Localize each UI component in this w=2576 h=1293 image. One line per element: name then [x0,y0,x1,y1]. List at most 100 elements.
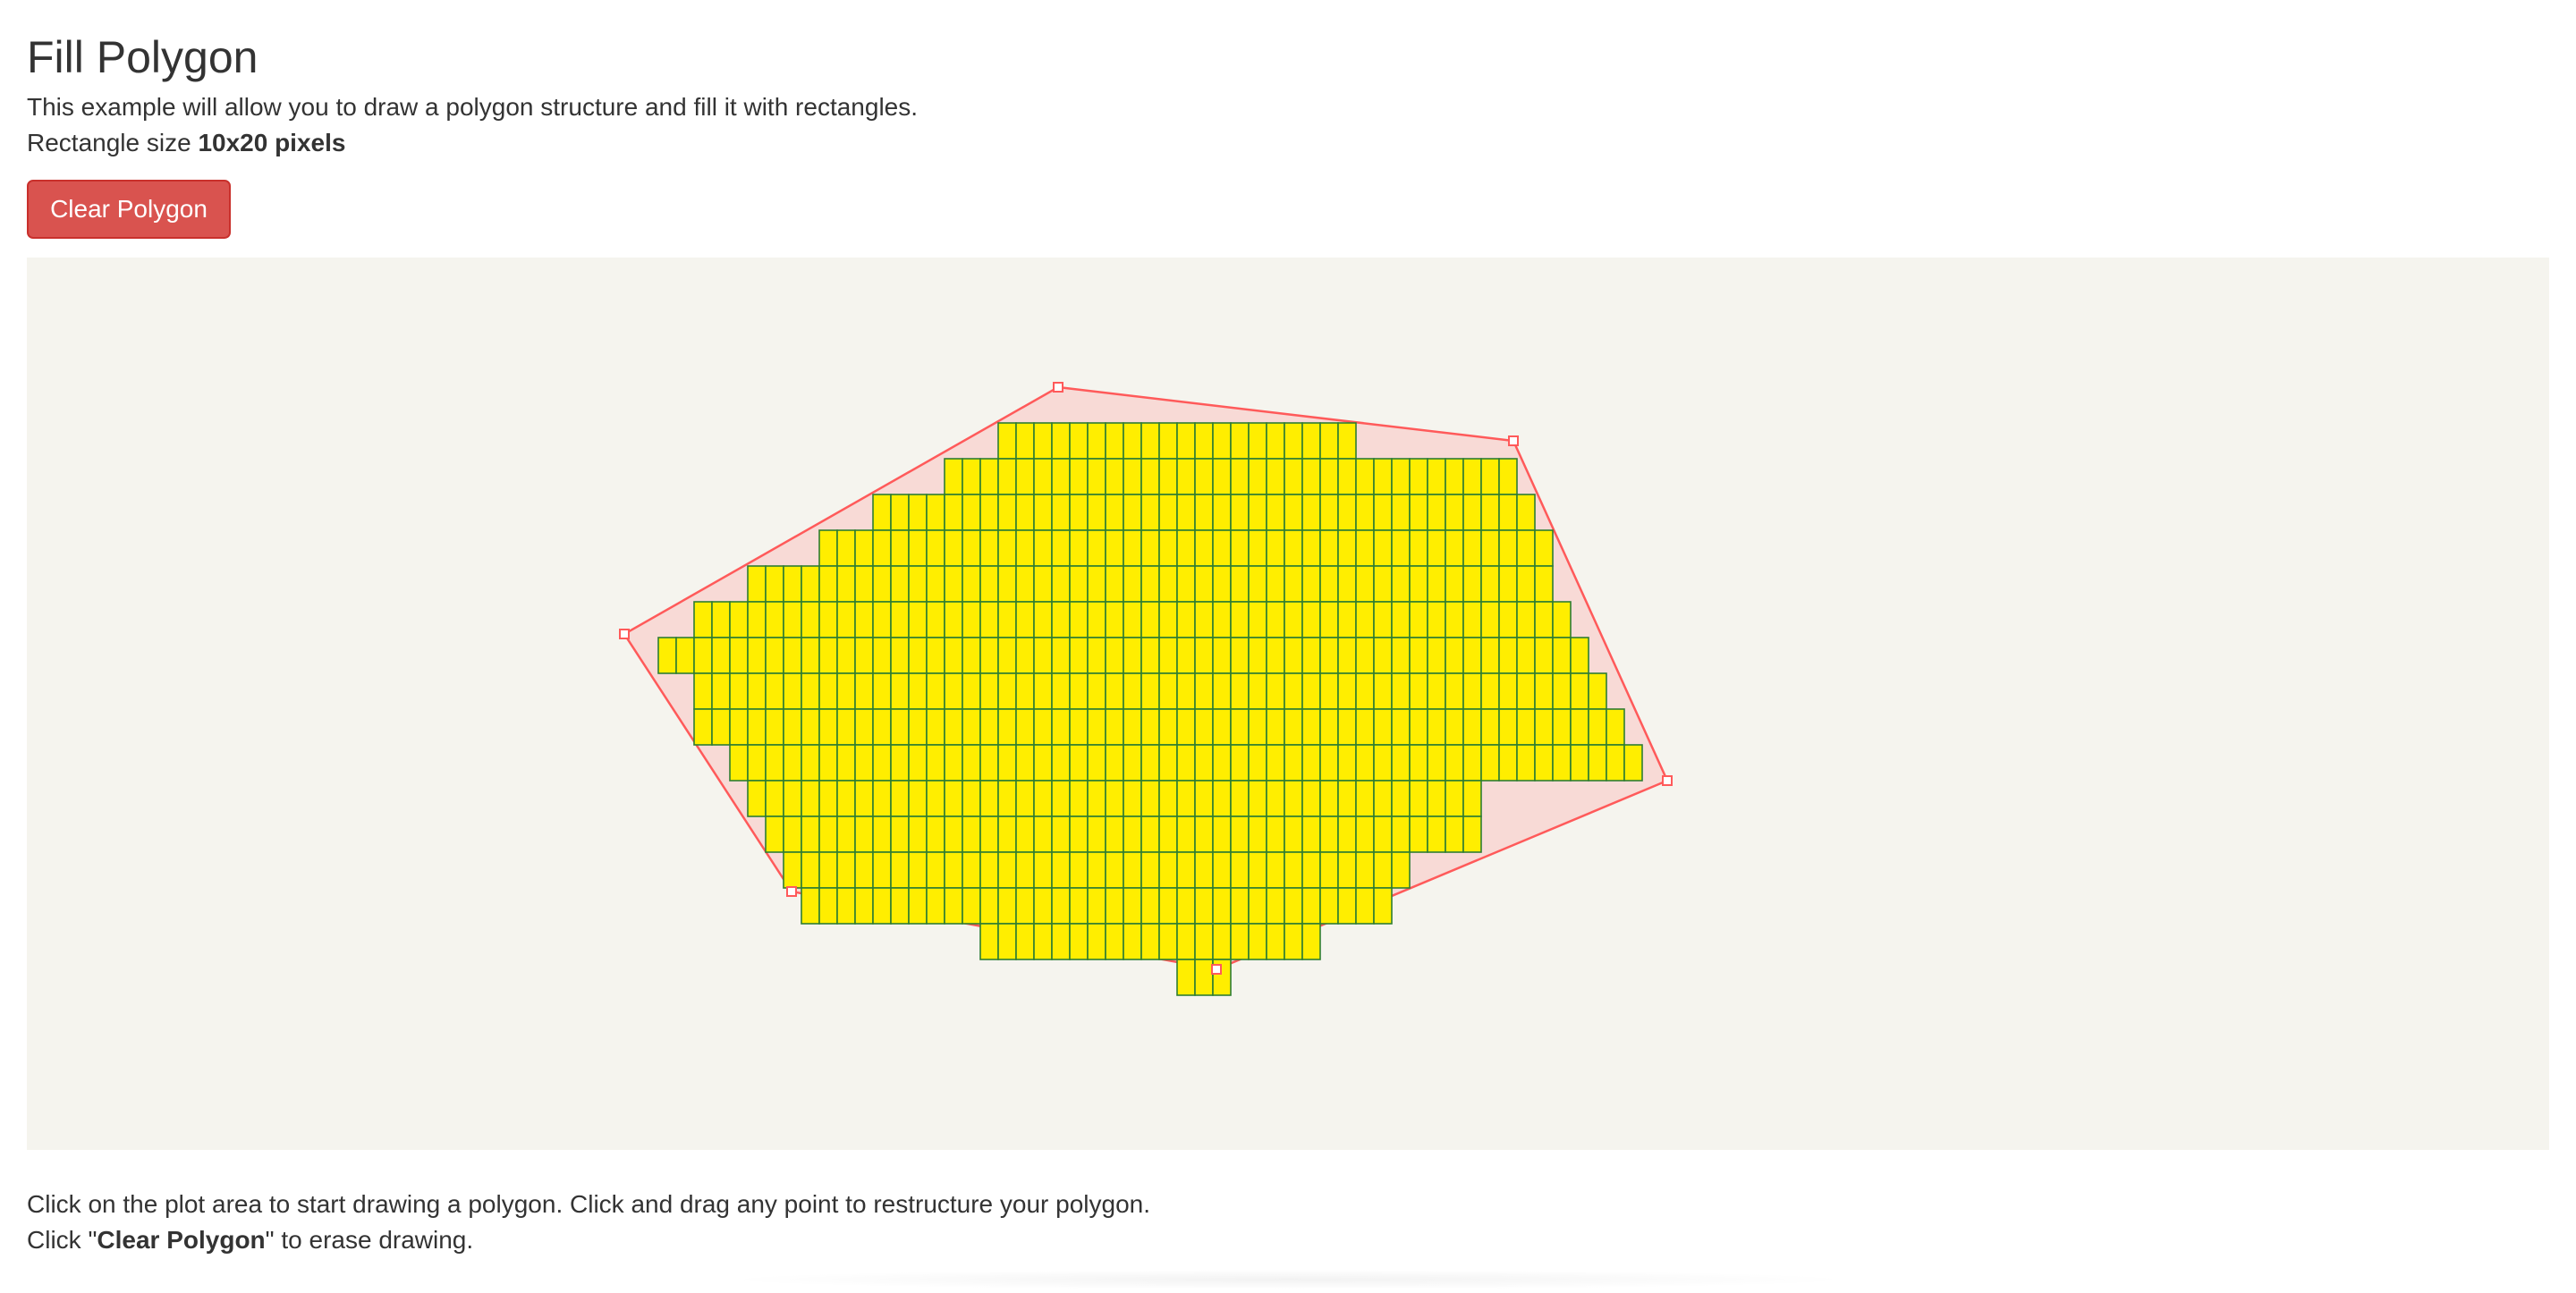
fill-rectangle [1301,494,1321,531]
fill-rectangle [765,637,784,674]
fill-rectangle [962,565,981,603]
fill-rectangle [1105,529,1124,567]
fill-rectangle [1015,422,1035,460]
fill-rectangle [1337,422,1357,460]
polygon-vertex-handle[interactable] [619,629,630,639]
fill-rectangle [1194,959,1214,996]
fill-rectangle [1212,851,1232,889]
fill-rectangle [1087,422,1106,460]
page-title: Fill Polygon [27,32,258,82]
fill-rectangle [836,601,856,638]
clear-polygon-button[interactable]: Clear Polygon [27,180,231,239]
fill-rectangle [693,601,713,638]
polygon-vertex-handle[interactable] [786,886,797,897]
fill-rectangle [1248,422,1267,460]
fill-rectangle [1498,494,1518,531]
fill-rectangle [1194,494,1214,531]
fill-rectangle [908,708,928,746]
fill-rectangle [783,744,802,782]
fill-rectangle [1462,708,1482,746]
fill-rectangle [1445,708,1464,746]
fill-rectangle [1176,744,1196,782]
rectangle-size-label: Rectangle size [27,129,199,156]
fill-rectangle [1015,851,1035,889]
polygon-vertex-handle[interactable] [1211,964,1222,975]
fill-rectangle [1409,780,1428,817]
fill-rectangle [1480,458,1500,495]
fill-rectangle [1033,851,1053,889]
fill-rectangle [979,529,999,567]
fill-rectangle [926,601,945,638]
fill-rectangle [1480,637,1500,674]
fill-rectangle [926,887,945,925]
fill-rectangle [1337,494,1357,531]
fill-rectangle [1069,637,1089,674]
fill-rectangle [1337,672,1357,710]
fill-rectangle [1051,780,1071,817]
rectangle-size-value: 10x20 pixels [198,129,346,156]
fill-rectangle [1427,494,1446,531]
fill-rectangle [1140,851,1160,889]
fill-rectangle [1301,529,1321,567]
plot-canvas[interactable] [27,258,2549,1150]
fill-rectangle [1123,816,1142,853]
polygon-vertex-handle[interactable] [1662,775,1673,786]
fill-rectangle [747,744,767,782]
polygon-vertex-handle[interactable] [1508,435,1519,446]
polygon-vertex-handle[interactable] [1053,382,1063,393]
fill-rectangle [1480,565,1500,603]
fill-rectangle [890,851,910,889]
fill-rectangle [890,887,910,925]
fill-rectangle [854,887,874,925]
fill-rectangle [1409,637,1428,674]
fill-rectangle [1140,529,1160,567]
fill-rectangle [1462,780,1482,817]
fill-rectangle [944,565,963,603]
fill-rectangle [1391,637,1411,674]
fill-rectangle [854,529,874,567]
fill-rectangle [1373,887,1393,925]
fill-rectangle [997,780,1017,817]
fill-rectangle [1194,816,1214,853]
fill-rectangle [1284,637,1303,674]
fill-rectangle [1087,458,1106,495]
fill-rectangle [1409,708,1428,746]
fill-rectangle [801,637,820,674]
fill-rectangle [1355,816,1375,853]
fill-rectangle [1373,601,1393,638]
fill-rectangle [1140,565,1160,603]
fill-rectangle [1105,744,1124,782]
fill-rectangle [1105,708,1124,746]
fill-rectangle [1337,601,1357,638]
fill-rectangle [1230,458,1250,495]
fill-rectangle [747,565,767,603]
fill-rectangle [1391,494,1411,531]
fill-rectangle [1391,851,1411,889]
fill-rectangle [818,601,838,638]
fill-rectangle [1606,708,1625,746]
fill-rectangle [1373,565,1393,603]
fill-rectangle [1158,708,1178,746]
fill-rectangle [1140,637,1160,674]
fill-rectangle [1212,708,1232,746]
fill-rectangle [1623,744,1643,782]
fill-rectangle [1570,708,1589,746]
fill-rectangle [836,744,856,782]
fill-rectangle [1355,601,1375,638]
fill-rectangle [890,744,910,782]
fill-rectangle [1301,601,1321,638]
fill-rectangle [944,637,963,674]
fill-rectangle [1230,708,1250,746]
fill-rectangle [890,637,910,674]
plot-area[interactable] [27,258,2549,1150]
fill-rectangle [1462,458,1482,495]
fill-rectangle [1248,851,1267,889]
fill-rectangle [1248,672,1267,710]
fill-rectangle [1033,672,1053,710]
fill-rectangle [1176,708,1196,746]
fill-rectangle [1069,923,1089,960]
fill-rectangle [1588,708,1607,746]
fill-rectangle [1033,816,1053,853]
fill-rectangle [729,672,749,710]
fill-rectangle [1123,422,1142,460]
